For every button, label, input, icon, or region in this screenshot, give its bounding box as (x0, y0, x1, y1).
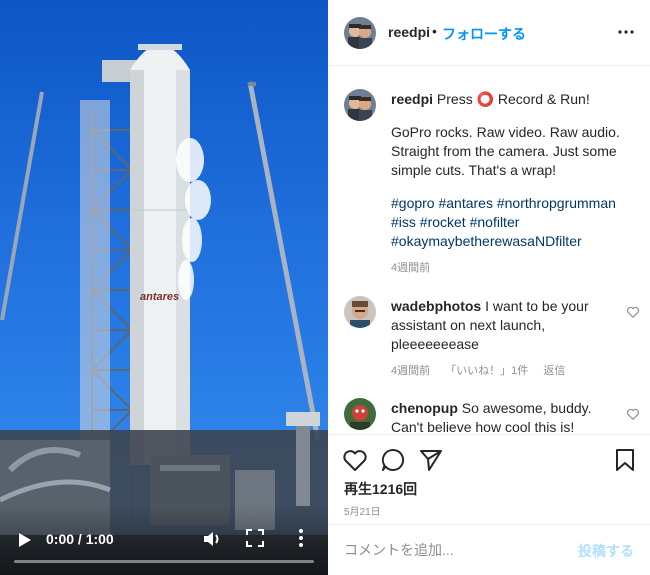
avatar-image (344, 296, 376, 328)
share-icon[interactable] (418, 447, 444, 473)
caption-timestamp[interactable]: 4週間前 (391, 259, 430, 275)
post-date[interactable]: 5月21日 (344, 503, 381, 518)
add-comment-bar: 投稿する (328, 524, 650, 575)
caption-hashtags[interactable]: #gopro #antares #northropgrumman #iss #r… (391, 194, 636, 251)
post-comment-button[interactable]: 投稿する (578, 541, 634, 561)
heart-icon[interactable] (626, 305, 640, 319)
more-horizontal-icon[interactable] (618, 24, 634, 40)
caption-username[interactable]: reedpi (391, 91, 433, 107)
bookmark-icon[interactable] (612, 447, 638, 473)
comment-likes[interactable]: 「いいね！」1件 (445, 365, 528, 377)
reply-button[interactable]: 返信 (543, 365, 565, 377)
comment-username[interactable]: wadebphotos (391, 298, 481, 314)
post-header: reedpi • フォローする (328, 0, 650, 66)
video-time: 0:00 / 1:00 (46, 531, 114, 547)
comment-icon[interactable] (380, 447, 406, 473)
post-panel: reedpi • フォローする reedpi Press ⭕ Record & … (328, 0, 650, 575)
volume-icon[interactable] (202, 529, 222, 549)
comment-username[interactable]: chenopup (391, 400, 458, 416)
comments-list[interactable]: reedpi Press ⭕ Record & Run! GoPro rocks… (328, 66, 650, 434)
avatar[interactable] (344, 296, 376, 328)
heart-icon[interactable] (342, 447, 368, 473)
avatar[interactable] (344, 398, 376, 430)
more-vertical-icon[interactable] (296, 527, 306, 549)
separator-dot: • (432, 23, 437, 39)
avatar-image (344, 17, 376, 49)
view-count[interactable]: 再生1216回 (344, 479, 417, 499)
rocket-label: antares (140, 291, 179, 303)
play-icon[interactable] (14, 530, 34, 550)
fullscreen-icon[interactable] (246, 529, 264, 547)
post-actions: 再生1216回 5月21日 (328, 434, 650, 524)
comment-timestamp[interactable]: 4週間前 (391, 365, 430, 377)
video-progress-bar[interactable] (14, 560, 314, 563)
video-player[interactable]: antares 0:00 / 1:00 (0, 0, 328, 575)
post-username[interactable]: reedpi (388, 24, 430, 40)
avatar[interactable] (344, 89, 376, 121)
comment-text: chenopup So awesome, buddy. Can't believ… (391, 399, 611, 434)
avatar[interactable] (344, 17, 376, 49)
caption-title: Press ⭕ Record & Run! (436, 91, 590, 107)
comment-text: wadebphotos I want to be your assistant … (391, 297, 611, 354)
caption-body: GoPro rocks. Raw video. Raw audio. Strai… (391, 124, 620, 178)
video-controls: 0:00 / 1:00 (0, 505, 328, 575)
comment-meta: 4週間前 「いいね！」1件 返信 (391, 362, 577, 378)
avatar-image (344, 398, 376, 430)
heart-icon[interactable] (626, 407, 640, 421)
follow-button[interactable]: フォローする (442, 24, 526, 44)
avatar-image (344, 89, 376, 121)
rocket-launch-scene: antares (0, 44, 328, 575)
caption-text: reedpi Press ⭕ Record & Run! GoPro rocks… (391, 90, 636, 251)
comment-input[interactable] (344, 539, 564, 561)
